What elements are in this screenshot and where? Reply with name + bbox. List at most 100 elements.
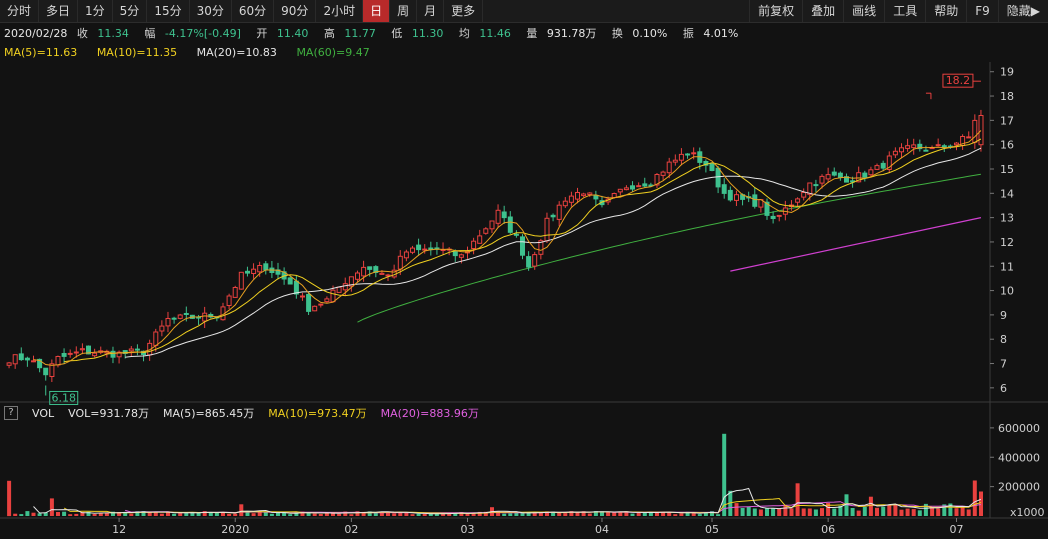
candle-body-96 xyxy=(593,194,599,200)
candle-body-140 xyxy=(862,172,868,178)
candle-body-134 xyxy=(825,174,831,180)
volume-bar-50 xyxy=(312,513,317,516)
x-tick-label-3: 03 xyxy=(460,523,474,536)
candle-body-92 xyxy=(568,195,574,203)
volume-bar-155 xyxy=(954,508,959,516)
candle-body-76 xyxy=(471,240,477,249)
volume-bar-119 xyxy=(734,503,739,516)
candle-body-50 xyxy=(312,305,318,312)
candle-body-40 xyxy=(251,268,257,275)
volume-bar-14 xyxy=(92,514,97,516)
candlestick-chart[interactable]: 6 7 8 9 10 11 12 13 14 15 16 17 18 19 200000 400000 6000… xyxy=(0,0,1048,539)
candle-body-24 xyxy=(153,331,159,346)
candle-body-84 xyxy=(520,236,525,256)
candle-body-103 xyxy=(636,185,642,188)
volume-bar-7 xyxy=(49,498,54,516)
price-tick-label-4: 10 xyxy=(1000,285,1014,298)
candle-body-83 xyxy=(513,233,519,236)
candle-body-57 xyxy=(355,272,360,280)
volume-bar-44 xyxy=(276,512,280,516)
candle-body-37 xyxy=(232,287,238,298)
candle-body-126 xyxy=(776,214,782,217)
candle-body-11 xyxy=(73,351,79,354)
volume-bar-144 xyxy=(887,505,892,516)
volume-bar-156 xyxy=(960,507,965,516)
candle-body-148 xyxy=(911,144,917,149)
candle-body-145 xyxy=(892,150,898,156)
ma120-line xyxy=(730,217,982,272)
price-tick-label-7: 13 xyxy=(1000,212,1014,225)
price-tick-label-0: 6 xyxy=(1000,382,1007,395)
volume-bar-33 xyxy=(208,512,213,516)
candle-body-108 xyxy=(666,161,672,174)
volume-bar-66 xyxy=(410,514,415,516)
volume-bar-142 xyxy=(875,507,879,516)
volume-bar-108 xyxy=(667,512,672,516)
candle-body-147 xyxy=(905,145,911,149)
candle-body-61 xyxy=(379,272,385,275)
volume-bar-120 xyxy=(740,508,745,516)
candle-body-8 xyxy=(55,356,61,366)
volume-bar-157 xyxy=(966,509,971,516)
volume-bar-124 xyxy=(765,508,769,516)
candle-body-143 xyxy=(880,162,886,169)
volume-bar-121 xyxy=(746,506,751,516)
volume-bar-86 xyxy=(532,512,537,516)
volume-bar-32 xyxy=(202,511,207,516)
volume-bar-127 xyxy=(783,505,788,516)
volume-bar-20 xyxy=(129,513,134,516)
candle-body-133 xyxy=(819,175,825,184)
candle-body-80 xyxy=(495,209,501,224)
max-price-label: 18.2 xyxy=(946,74,971,87)
volume-bar-125 xyxy=(771,508,776,516)
volume-bar-2 xyxy=(19,514,24,516)
volume-bar-133 xyxy=(820,508,824,516)
volume-bar-37 xyxy=(233,513,238,516)
volume-bar-56 xyxy=(349,514,354,516)
volume-unit-label: x1000 xyxy=(1010,506,1045,519)
volume-bar-49 xyxy=(306,512,311,516)
price-tick-label-9: 15 xyxy=(1000,163,1014,176)
volume-bar-82 xyxy=(508,513,513,516)
candle-body-91 xyxy=(562,200,568,207)
volume-bar-63 xyxy=(392,513,397,516)
volume-bar-152 xyxy=(936,508,941,516)
volume-bar-1 xyxy=(13,513,18,516)
candle-body-146 xyxy=(899,147,904,153)
volume-bar-128 xyxy=(789,508,794,516)
volume-bar-84 xyxy=(520,512,525,516)
volume-bar-148 xyxy=(911,509,916,516)
price-tick-label-10: 16 xyxy=(1000,139,1014,152)
volume-bar-151 xyxy=(930,507,935,516)
volume-bar-135 xyxy=(832,508,837,516)
volume-bar-122 xyxy=(752,508,757,516)
volume-bar-51 xyxy=(318,514,323,516)
candle-body-104 xyxy=(642,183,648,187)
candle-body-132 xyxy=(813,184,819,187)
x-tick-label-6: 06 xyxy=(821,523,835,536)
candle-body-153 xyxy=(941,145,947,148)
candle-body-78 xyxy=(483,228,489,234)
volume-bar-67 xyxy=(416,513,421,516)
candle-body-66 xyxy=(410,247,415,253)
candle-body-25 xyxy=(159,325,165,332)
volume-bar-109 xyxy=(673,514,678,516)
candle-body-141 xyxy=(868,169,874,176)
candle-body-95 xyxy=(587,192,593,195)
candle-body-6 xyxy=(43,367,49,376)
volume-bar-71 xyxy=(441,513,446,516)
volume-bar-30 xyxy=(190,512,195,516)
volume-bar-147 xyxy=(905,508,910,516)
candle-body-55 xyxy=(342,283,348,291)
candle-body-122 xyxy=(752,194,758,207)
x-tick-label-7: 07 xyxy=(949,523,963,536)
candle-body-54 xyxy=(336,286,342,293)
candle-body-59 xyxy=(367,266,373,270)
volume-bar-27 xyxy=(172,513,177,516)
volume-bar-15 xyxy=(98,513,103,516)
volume-bar-10 xyxy=(68,514,73,516)
volume-bar-140 xyxy=(862,506,867,516)
candle-body-12 xyxy=(79,348,85,351)
candle-body-142 xyxy=(874,165,880,170)
volume-bar-102 xyxy=(630,513,635,516)
